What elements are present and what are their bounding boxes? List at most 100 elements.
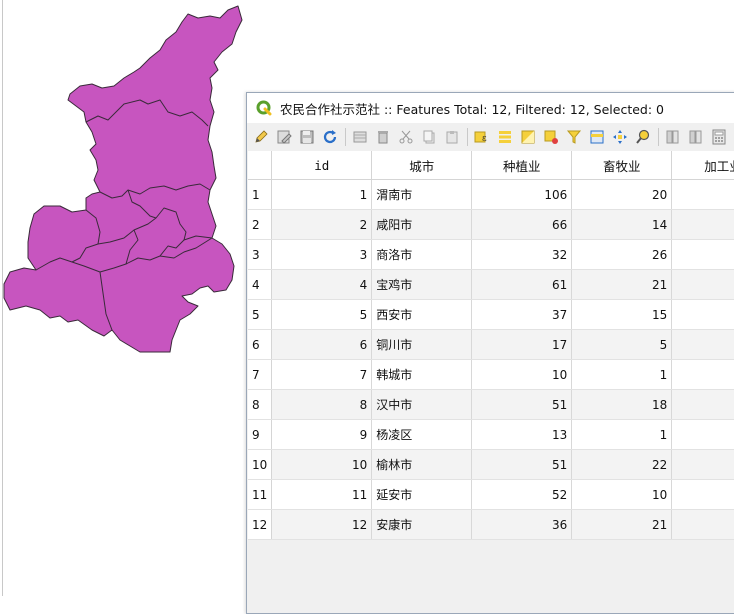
cell-planting[interactable]: 10 — [471, 359, 573, 390]
cell-id[interactable]: 6 — [271, 329, 373, 360]
cell-livestock[interactable]: 18 — [571, 389, 673, 420]
row-header[interactable]: 9 — [248, 419, 273, 450]
cell-planting[interactable]: 36 — [471, 509, 573, 540]
column-header-livestock[interactable]: 畜牧业 — [571, 151, 673, 180]
row-header[interactable]: 10 — [248, 449, 273, 480]
cell-processing[interactable] — [671, 209, 734, 240]
table-row[interactable]: 6 6 铜川市 17 5 — [248, 329, 734, 360]
table-row[interactable]: 4 4 宝鸡市 61 21 — [248, 269, 734, 300]
window-title-bar[interactable]: 农民合作社示范社 :: Features Total: 12, Filtered… — [247, 93, 734, 123]
cell-processing[interactable] — [671, 269, 734, 300]
cell-city[interactable]: 西安市 — [371, 299, 473, 330]
copy-icon[interactable] — [419, 127, 439, 147]
row-header[interactable]: 1 — [248, 179, 273, 210]
multi-edit-icon[interactable] — [274, 127, 294, 147]
cell-id[interactable]: 11 — [271, 479, 373, 510]
attribute-grid[interactable]: id 城市 种植业 畜牧业 加工业 11渭南市1062022咸阳市661433商… — [248, 151, 734, 540]
cell-city[interactable]: 韩城市 — [371, 359, 473, 390]
cell-processing[interactable] — [671, 329, 734, 360]
table-row[interactable]: 2 2 咸阳市 66 14 — [248, 209, 734, 240]
cell-livestock[interactable]: 22 — [571, 449, 673, 480]
cell-processing[interactable] — [671, 509, 734, 540]
cell-city[interactable]: 咸阳市 — [371, 209, 473, 240]
cell-processing[interactable] — [671, 479, 734, 510]
cell-livestock[interactable]: 1 — [571, 359, 673, 390]
row-header[interactable]: 2 — [248, 209, 273, 240]
table-row[interactable]: 8 8 汉中市 51 18 — [248, 389, 734, 420]
cell-livestock[interactable]: 21 — [571, 269, 673, 300]
new-field-icon[interactable] — [663, 127, 683, 147]
cell-id[interactable]: 5 — [271, 299, 373, 330]
cell-id[interactable]: 3 — [271, 239, 373, 270]
table-row[interactable]: 10 10 榆林市 51 22 — [248, 449, 734, 480]
cell-planting[interactable]: 32 — [471, 239, 573, 270]
map-region-outline[interactable] — [3, 5, 243, 353]
cell-city[interactable]: 安康市 — [371, 509, 473, 540]
row-header[interactable]: 6 — [248, 329, 273, 360]
cell-city[interactable]: 铜川市 — [371, 329, 473, 360]
deselect-all-icon[interactable] — [541, 127, 561, 147]
cell-id[interactable]: 7 — [271, 359, 373, 390]
save-edits-icon[interactable] — [297, 127, 317, 147]
table-row[interactable]: 11 11 延安市 52 10 — [248, 479, 734, 510]
cell-processing[interactable] — [671, 179, 734, 210]
cell-processing[interactable] — [671, 389, 734, 420]
cell-planting[interactable]: 51 — [471, 449, 573, 480]
cell-planting[interactable]: 52 — [471, 479, 573, 510]
cell-id[interactable]: 1 — [271, 179, 373, 210]
cell-livestock[interactable]: 20 — [571, 179, 673, 210]
cell-planting[interactable]: 61 — [471, 269, 573, 300]
zoom-to-selection-icon[interactable] — [633, 127, 653, 147]
cell-livestock[interactable]: 14 — [571, 209, 673, 240]
cell-city[interactable]: 宝鸡市 — [371, 269, 473, 300]
cell-city[interactable]: 商洛市 — [371, 239, 473, 270]
attribute-table-window[interactable]: 农民合作社示范社 :: Features Total: 12, Filtered… — [246, 92, 734, 614]
cell-id[interactable]: 8 — [271, 389, 373, 420]
reload-icon[interactable] — [320, 127, 340, 147]
cell-processing[interactable] — [671, 299, 734, 330]
cell-planting[interactable]: 51 — [471, 389, 573, 420]
table-row[interactable]: 7 7 韩城市 10 1 — [248, 359, 734, 390]
invert-selection-icon[interactable] — [518, 127, 538, 147]
cell-planting[interactable]: 37 — [471, 299, 573, 330]
row-header[interactable]: 7 — [248, 359, 273, 390]
cell-processing[interactable] — [671, 359, 734, 390]
cell-id[interactable]: 9 — [271, 419, 373, 450]
cell-processing[interactable] — [671, 419, 734, 450]
cell-city[interactable]: 杨凌区 — [371, 419, 473, 450]
select-by-expression-icon[interactable]: ε — [472, 127, 492, 147]
column-header-city[interactable]: 城市 — [371, 151, 473, 180]
cell-livestock[interactable]: 1 — [571, 419, 673, 450]
filter-select-icon[interactable] — [564, 127, 584, 147]
cell-livestock[interactable]: 5 — [571, 329, 673, 360]
row-header[interactable]: 5 — [248, 299, 273, 330]
add-feature-icon[interactable] — [350, 127, 370, 147]
delete-feature-icon[interactable] — [373, 127, 393, 147]
cell-planting[interactable]: 13 — [471, 419, 573, 450]
cell-id[interactable]: 12 — [271, 509, 373, 540]
table-row[interactable]: 3 3 商洛市 32 26 — [248, 239, 734, 270]
column-header-processing[interactable]: 加工业 — [671, 151, 734, 180]
cell-planting[interactable]: 66 — [471, 209, 573, 240]
cell-livestock[interactable]: 10 — [571, 479, 673, 510]
table-row[interactable]: 9 9 杨凌区 13 1 — [248, 419, 734, 450]
cell-planting[interactable]: 106 — [471, 179, 573, 210]
cell-id[interactable]: 4 — [271, 269, 373, 300]
delete-field-icon[interactable] — [686, 127, 706, 147]
row-header[interactable]: 4 — [248, 269, 273, 300]
cell-planting[interactable]: 17 — [471, 329, 573, 360]
attribute-table[interactable]: id 城市 种植业 畜牧业 加工业 11渭南市1062022咸阳市661433商… — [248, 151, 734, 613]
field-calculator-icon[interactable] — [709, 127, 729, 147]
row-header[interactable]: 8 — [248, 389, 273, 420]
table-row[interactable]: 1 1 渭南市 106 20 — [248, 179, 734, 210]
cell-city[interactable]: 榆林市 — [371, 449, 473, 480]
table-row[interactable]: 12 12 安康市 36 21 — [248, 509, 734, 540]
cell-processing[interactable] — [671, 449, 734, 480]
corner-cell[interactable] — [248, 151, 273, 180]
cell-livestock[interactable]: 15 — [571, 299, 673, 330]
cell-city[interactable]: 延安市 — [371, 479, 473, 510]
cell-processing[interactable] — [671, 239, 734, 270]
row-header[interactable]: 12 — [248, 509, 273, 540]
cut-icon[interactable] — [396, 127, 416, 147]
column-header-planting[interactable]: 种植业 — [471, 151, 573, 180]
